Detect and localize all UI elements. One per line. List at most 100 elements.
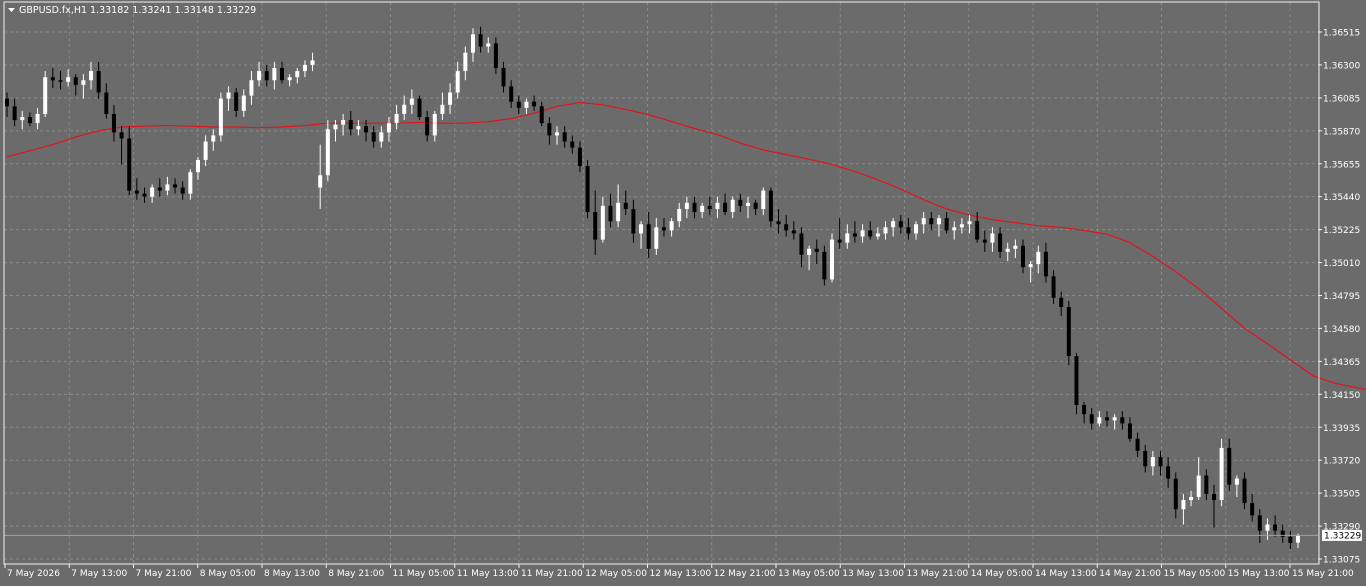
candle-body-bear <box>127 138 132 191</box>
candle-body-bear <box>509 86 514 102</box>
candle-body-bull <box>394 113 399 124</box>
candle-body-bear <box>982 239 987 243</box>
candle <box>1074 352 1079 415</box>
time-tick-label: 13 May 21:00 <box>907 569 969 579</box>
candle-body-bull <box>470 34 475 53</box>
candle-body-bull <box>1036 251 1041 265</box>
price-tick-label: 1.35010 <box>1323 259 1360 269</box>
price-tick-label: 1.36300 <box>1323 61 1360 71</box>
candle-body-bear <box>1166 466 1171 479</box>
candle-body-bear <box>837 239 842 243</box>
candle-body-bear <box>1211 493 1216 501</box>
time-tick-label: 15 May 05:00 <box>1164 569 1226 579</box>
candle-body-bull <box>310 60 315 65</box>
candle <box>830 233 835 283</box>
candle-body-bear <box>1051 276 1056 298</box>
candle-body-bear <box>585 166 590 213</box>
candle-body-bear <box>134 190 139 194</box>
candle-body-bull <box>1219 447 1224 501</box>
candle-body-bear <box>417 98 422 118</box>
price-tick-label: 1.33720 <box>1323 457 1360 467</box>
candle-body-bull <box>486 43 491 47</box>
candle-body-bear <box>157 187 162 191</box>
candle-body-bear <box>493 43 498 69</box>
candle-body-bull <box>1028 264 1033 268</box>
candle-body-bear <box>12 106 17 121</box>
candle-body-bull <box>677 208 682 222</box>
candle-body-bear <box>96 71 101 93</box>
candle-body-bull <box>952 227 957 231</box>
candle-body-bull <box>195 159 200 173</box>
candle-body-bull <box>1150 457 1155 467</box>
candle-body-bear <box>1043 251 1048 277</box>
candle-body-bull <box>226 92 231 99</box>
candle-body-bear <box>852 233 857 237</box>
candle-body-bull <box>745 202 750 206</box>
candle-body-bull <box>807 248 812 255</box>
candle-body-bear <box>348 120 353 130</box>
candle-body-bull <box>1005 248 1010 252</box>
candle-body-bear <box>822 251 827 280</box>
candle-body-bull <box>555 132 560 136</box>
candle-body-bear <box>371 132 376 142</box>
candle-body-bull <box>379 132 384 142</box>
price-tick-label: 1.33935 <box>1323 424 1360 434</box>
candle-body-bull <box>1265 524 1270 531</box>
candle-body-bear <box>364 126 369 133</box>
candle-body-bull <box>967 221 972 225</box>
price-tick-label: 1.34150 <box>1323 391 1360 401</box>
candle-body-bull <box>272 68 277 81</box>
candle-body-bull <box>1296 535 1300 543</box>
time-tick-label: 15 May 13:00 <box>1228 569 1290 579</box>
current-price-value: 1.33229 <box>1324 531 1361 541</box>
candle-body-bear <box>570 141 575 148</box>
candle-body-bear <box>142 193 147 197</box>
candle <box>417 95 422 121</box>
price-tick-label: 1.34365 <box>1323 358 1360 368</box>
candle-body-bear <box>738 199 743 206</box>
candle-body-bull <box>1196 475 1201 497</box>
candle-body-bull <box>1181 500 1186 510</box>
candle-body-bear <box>1250 503 1255 516</box>
time-tick-label: 11 May 13:00 <box>457 569 519 579</box>
candle-body-bull <box>639 224 644 234</box>
symbol-label: GBPUSD.fx,H1 <box>19 5 87 16</box>
candle-body-bull <box>616 202 621 222</box>
candle-body-bull <box>730 199 735 213</box>
candle-body-bull <box>669 221 674 231</box>
chart-window[interactable]: 1.36515 1.36300 1.36085 1.35870 1.35655 1.354… <box>0 0 1366 582</box>
candle-body-bear <box>478 34 483 47</box>
candle-body-bear <box>501 68 506 87</box>
candle-body-bear <box>998 233 1003 252</box>
candle-body-bear <box>1105 417 1110 421</box>
price-chart[interactable]: 1.36515 1.36300 1.36085 1.35870 1.35655 1.354… <box>0 0 1366 582</box>
time-tick-label: 8 May 05:00 <box>200 569 256 579</box>
candle-body-bear <box>532 101 537 107</box>
candle-body-bull <box>684 202 689 209</box>
candle-body-bull <box>1013 245 1018 249</box>
candle-body-bear <box>1127 423 1132 439</box>
candle-body-bull <box>860 230 865 237</box>
chart-header: GBPUSD.fx,H1 1.33182 1.33241 1.33148 1.3… <box>8 5 256 16</box>
time-tick-label: 7 May 2026 <box>7 569 60 579</box>
candle-body-bear <box>577 147 582 167</box>
candle-body-bull <box>448 92 453 105</box>
candle-body-bear <box>898 221 903 228</box>
price-tick-label: 1.36515 <box>1323 29 1360 39</box>
candle-body-bear <box>1120 417 1125 424</box>
candle-body-bear <box>753 202 758 209</box>
candle <box>1219 438 1224 507</box>
candle-body-bear <box>661 227 666 231</box>
candle-body-bear <box>593 212 598 240</box>
candle-body-bear <box>1173 478 1178 510</box>
candle <box>1066 300 1071 366</box>
candle-body-bear <box>1227 447 1232 485</box>
candle-body-bear <box>1204 475 1209 494</box>
candle <box>325 120 330 182</box>
price-tick-label: 1.35870 <box>1323 127 1360 137</box>
candle-body-bear <box>1257 515 1262 531</box>
candle-body-bull <box>356 126 361 130</box>
time-tick-label: 12 May 05:00 <box>585 569 647 579</box>
time-tick-label: 8 May 13:00 <box>264 569 320 579</box>
time-tick-label: 13 May 05:00 <box>778 569 840 579</box>
